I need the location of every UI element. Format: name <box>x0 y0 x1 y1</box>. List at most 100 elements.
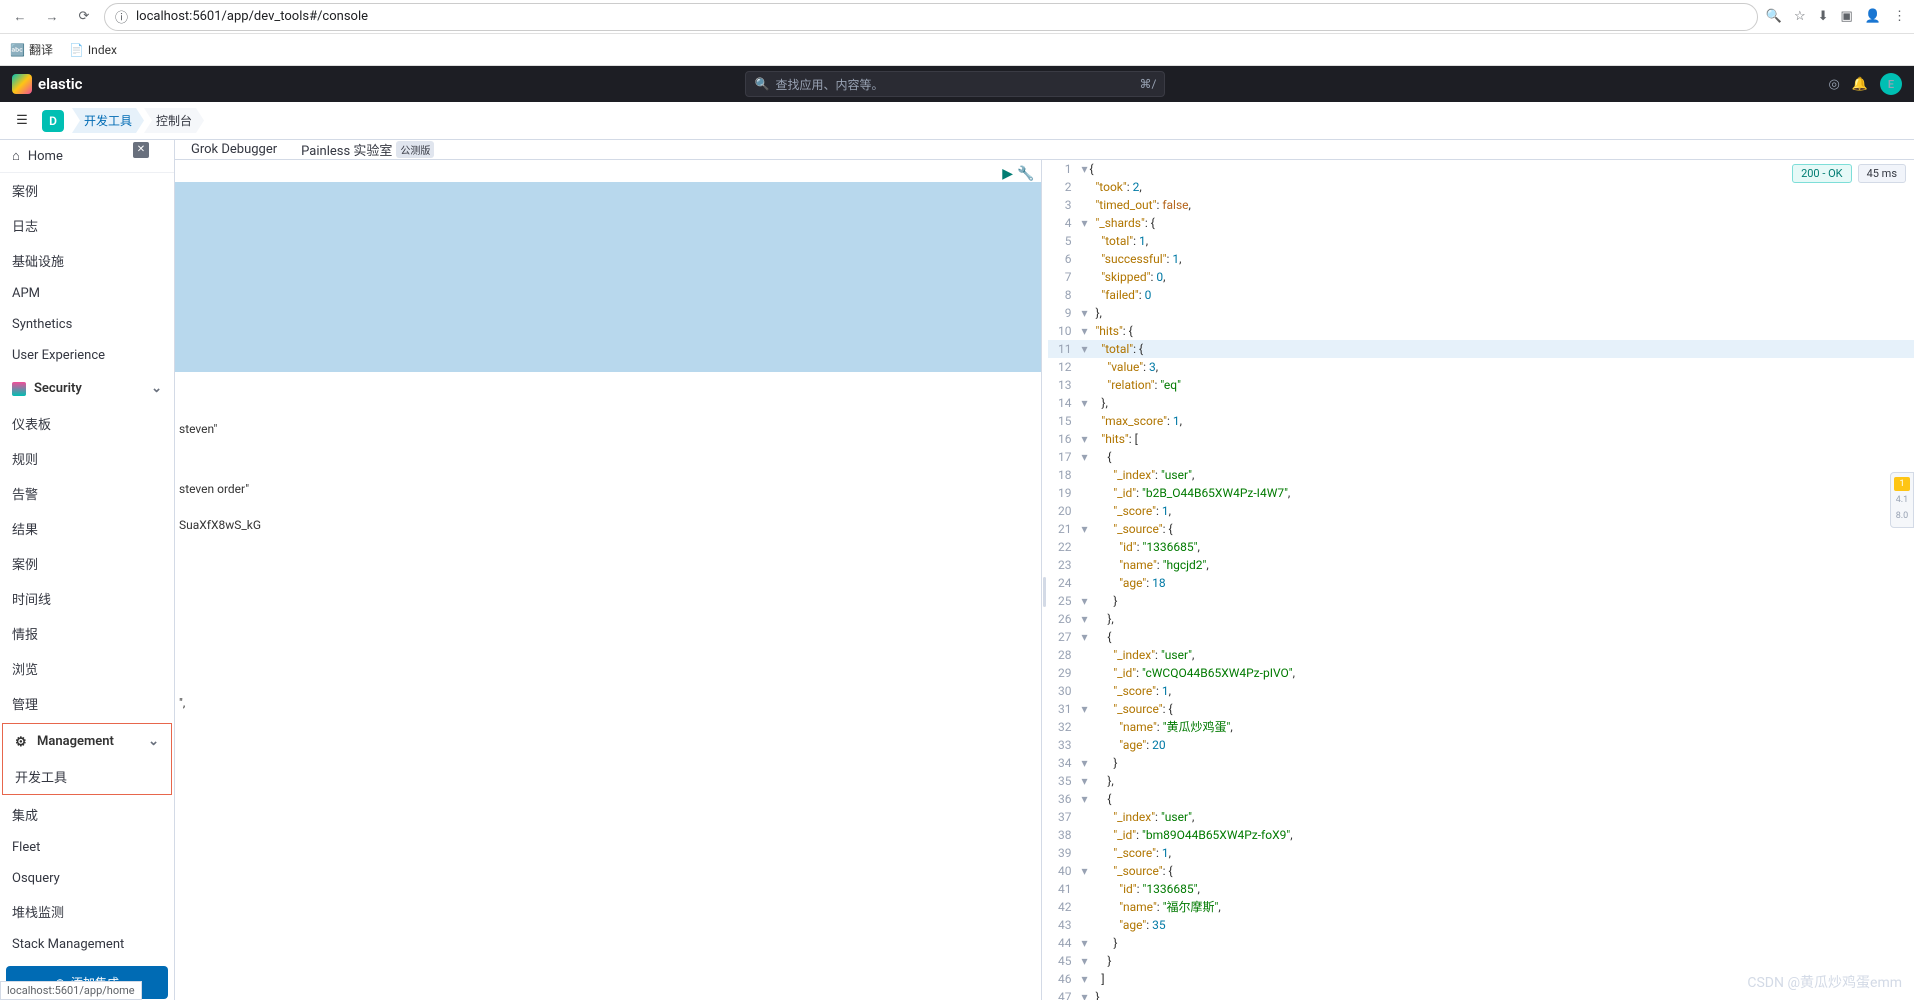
output-line: 18 "_index": "user", <box>1048 466 1914 484</box>
site-info-icon[interactable]: ⓘ <box>115 7 128 26</box>
output-line: 29 "_id": "cWCQO44B65XW4Pz-pIVO", <box>1048 664 1914 682</box>
profile-icon[interactable]: 👤 <box>1865 9 1881 24</box>
download-icon[interactable]: ⬇ <box>1818 9 1829 24</box>
nav-osquery[interactable]: Osquery <box>0 863 174 894</box>
nav-item[interactable]: APM <box>0 278 174 309</box>
output-line: 34▾ } <box>1048 754 1914 772</box>
nav-devtools[interactable]: 开发工具 <box>3 759 171 794</box>
tab-painless[interactable]: Painless 实验室 公测版 <box>301 140 434 159</box>
output-line: 30 "_score": 1, <box>1048 682 1914 700</box>
bookmark-bar: 🔤 翻译 📄 Index <box>0 34 1914 66</box>
back-button[interactable]: ← <box>8 5 32 29</box>
search-icon[interactable]: 🔍 <box>1766 9 1782 24</box>
header-actions: ◎ 🔔 E <box>1828 73 1902 95</box>
nav-integrations[interactable]: 集成 <box>0 797 174 832</box>
nav-item[interactable]: 日志 <box>0 208 174 243</box>
editor-content: steven" steven order" SuaXfX8wS_kG ", <box>175 160 1041 276</box>
play-icon[interactable]: ▶ <box>1002 166 1013 182</box>
global-search[interactable]: 🔍 查找应用、内容等。 ⌘/ <box>745 71 1165 97</box>
security-icon <box>12 382 26 396</box>
logo-mark-icon <box>12 74 32 94</box>
nav-item[interactable]: Synthetics <box>0 309 174 340</box>
nav-item[interactable]: 时间线 <box>0 581 174 616</box>
nav-item[interactable]: 结果 <box>0 511 174 546</box>
reload-button[interactable]: ⟳ <box>72 5 96 29</box>
request-editor[interactable]: ▶ 🔧 steven" steven order" SuaXfX8wS_kG "… <box>175 160 1042 1000</box>
nav-stack-monitoring[interactable]: 堆栈监测 <box>0 894 174 929</box>
output-line: 36▾ { <box>1048 790 1914 808</box>
news-icon[interactable]: 🔔 <box>1852 77 1868 92</box>
output-line: 24 "age": 18 <box>1048 574 1914 592</box>
nav-fleet[interactable]: Fleet <box>0 832 174 863</box>
url-bar[interactable]: ⓘ localhost:5601/app/dev_tools#/console <box>104 3 1758 31</box>
output-line: 12 "value": 3, <box>1048 358 1914 376</box>
url-text: localhost:5601/app/dev_tools#/console <box>136 9 368 24</box>
output-line: 9▾ }, <box>1048 304 1914 322</box>
output-line: 11▾ "total": { <box>1048 340 1914 358</box>
browser-actions: 🔍 ☆ ⬇ ▣ 👤 ⋮ <box>1766 9 1906 24</box>
output-line: 20 "_score": 1, <box>1048 502 1914 520</box>
nav-item[interactable]: 浏览 <box>0 651 174 686</box>
nav-item[interactable]: 案例 <box>0 173 174 208</box>
output-line: 16▾ "hits": [ <box>1048 430 1914 448</box>
search-shortcut-icon: ⌘/ <box>1140 77 1157 91</box>
output-line: 27▾ { <box>1048 628 1914 646</box>
nav-stack-management[interactable]: Stack Management <box>0 929 174 960</box>
nav-item[interactable]: 管理 <box>0 686 174 721</box>
forward-button[interactable]: → <box>40 5 64 29</box>
output-line: 13 "relation": "eq" <box>1048 376 1914 394</box>
nav-toggle-icon[interactable]: ☰ <box>10 109 34 133</box>
nav-item[interactable]: 案例 <box>0 546 174 581</box>
output-line: 45▾ } <box>1048 952 1914 970</box>
nav-section-management[interactable]: ⚙Management ⌄ <box>3 724 171 759</box>
nav-section-security[interactable]: Security ⌄ <box>0 371 174 406</box>
wrench-icon[interactable]: 🔧 <box>1017 166 1034 182</box>
main-layout: ⌂ Home 案例日志基础设施APMSyntheticsUser Experie… <box>0 140 1914 1000</box>
avatar[interactable]: E <box>1880 73 1902 95</box>
output-line: 35▾ }, <box>1048 772 1914 790</box>
output-line: 26▾ }, <box>1048 610 1914 628</box>
bookmark-index[interactable]: 📄 Index <box>69 43 117 57</box>
nav-item[interactable]: 基础设施 <box>0 243 174 278</box>
output-line: 19 "_id": "b2B_O44B65XW4Pz-I4W7", <box>1048 484 1914 502</box>
nav-item[interactable]: User Experience <box>0 340 174 371</box>
output-line: 44▾ } <box>1048 934 1914 952</box>
bookmark-translate[interactable]: 🔤 翻译 <box>10 41 53 58</box>
response-output[interactable]: 1▾{2 "took": 2,3 "timed_out": false,4▾ "… <box>1048 160 1914 1000</box>
side-widget[interactable]: 1 4.1 8.0 <box>1890 472 1914 528</box>
output-line: 46▾ ] <box>1048 970 1914 988</box>
breadcrumb-console: 控制台 <box>144 108 204 133</box>
nav-item[interactable]: 仪表板 <box>0 406 174 441</box>
star-icon[interactable]: ☆ <box>1794 9 1806 24</box>
chevron-down-icon: ⌄ <box>148 734 159 749</box>
editor-split: 200 - OK 45 ms ▶ 🔧 steven" steven order"… <box>175 160 1914 1000</box>
browser-toolbar: ← → ⟳ ⓘ localhost:5601/app/dev_tools#/co… <box>0 0 1914 34</box>
devtools-tabs: Grok Debugger ✕ Painless 实验室 公测版 <box>175 140 1914 160</box>
management-highlight: ⚙Management ⌄ 开发工具 <box>2 723 172 795</box>
output-line: 7 "skipped": 0, <box>1048 268 1914 286</box>
output-line: 25▾ } <box>1048 592 1914 610</box>
nav-item[interactable]: 告警 <box>0 476 174 511</box>
menu-icon[interactable]: ⋮ <box>1893 9 1906 24</box>
space-badge[interactable]: D <box>42 110 64 132</box>
status-row: 200 - OK 45 ms <box>1792 164 1906 183</box>
home-icon: ⌂ <box>12 148 20 164</box>
output-line: 17▾ { <box>1048 448 1914 466</box>
output-line: 2 "took": 2, <box>1048 178 1914 196</box>
output-line: 41 "id": "1336685", <box>1048 880 1914 898</box>
panel-icon[interactable]: ▣ <box>1841 9 1853 24</box>
content-area: Grok Debugger ✕ Painless 实验室 公测版 200 - O… <box>175 140 1914 1000</box>
output-line: 47▾ } <box>1048 988 1914 1000</box>
help-icon[interactable]: ◎ <box>1828 77 1839 92</box>
nav-item[interactable]: 情报 <box>0 616 174 651</box>
status-code-badge: 200 - OK <box>1792 164 1852 183</box>
output-line: 14▾ }, <box>1048 394 1914 412</box>
output-line: 39 "_score": 1, <box>1048 844 1914 862</box>
breadcrumb-devtools[interactable]: 开发工具 <box>72 108 144 133</box>
output-line: 4▾ "_shards": { <box>1048 214 1914 232</box>
elastic-logo[interactable]: elastic <box>12 74 83 94</box>
sidebar: ⌂ Home 案例日志基础设施APMSyntheticsUser Experie… <box>0 140 175 1000</box>
nav-item[interactable]: 规则 <box>0 441 174 476</box>
search-icon: 🔍 <box>754 77 769 91</box>
tab-grok[interactable]: Grok Debugger ✕ <box>191 142 277 157</box>
